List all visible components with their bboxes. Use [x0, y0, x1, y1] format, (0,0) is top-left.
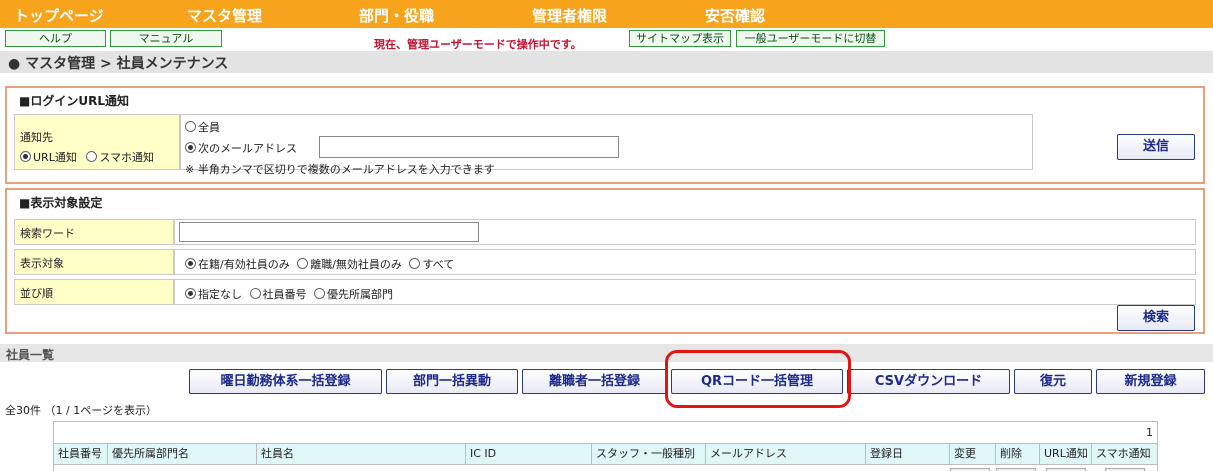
department-bulk-transfer-button[interactable]: 部門一括異動 [386, 369, 518, 394]
employee-table: 1 社員番号 優先所属部門名 社員名 IC ID スタッフ・一般種別 メールアド… [53, 421, 1158, 471]
all-recipients-radio[interactable] [185, 121, 196, 132]
all-recipients-label: 全員 [198, 121, 220, 134]
target-inactive-label: 離職/無効社員のみ [310, 258, 402, 271]
keyword-cell [174, 219, 1196, 245]
email-hint: ※ 半角カンマで区切りで複数のメールアドレスを入力できます [185, 163, 495, 176]
target-active-radio[interactable] [185, 258, 196, 269]
new-register-button[interactable]: 新規登録 [1096, 369, 1205, 394]
target-label: 表示対象 [20, 257, 64, 270]
col-edit: 変更 [950, 444, 996, 464]
notify-recipient-cell: 全員 次のメールアドレス ※ 半角カンマで区切りで複数のメールアドレスを入力でき… [180, 114, 1033, 176]
target-inactive-radio[interactable] [297, 258, 309, 269]
search-button[interactable]: 検索 [1117, 305, 1195, 331]
smartphone-notify-label: スマホ通知 [99, 151, 154, 164]
target-all-label: すべて [422, 258, 455, 271]
nav-safety-check[interactable]: 安否確認 [705, 5, 765, 26]
sort-employee-number-label: 社員番号 [262, 288, 307, 301]
employee-list-title: 社員一覧 [6, 348, 55, 362]
switch-user-mode-button[interactable]: 一般ユーザーモードに切替 [736, 30, 885, 47]
url-notify-label: URL通知 [33, 151, 77, 164]
record-count: 全30件 （1 / 1ページを表示） [5, 404, 157, 417]
display-settings-panel: ■表示対象設定 検索ワード 表示対象 在籍/有効社員のみ 離職/無効社員のみ す… [5, 188, 1205, 334]
sort-department-label: 優先所属部門 [327, 288, 393, 301]
col-delete: 削除 [996, 444, 1040, 464]
target-options-cell: 在籍/有効社員のみ 離職/無効社員のみ すべて [174, 249, 1196, 275]
nav-master[interactable]: マスタ管理 [187, 5, 262, 26]
csv-download-button[interactable]: CSVダウンロード [847, 369, 1010, 394]
email-recipients-radio[interactable] [185, 142, 196, 153]
smartphone-notify-radio[interactable] [86, 151, 98, 162]
notify-method-options: URL通知 スマホ通知 [20, 149, 154, 165]
email-recipients-label: 次のメールアドレス [198, 142, 297, 155]
sort-none-label: 指定なし [198, 288, 242, 301]
sort-options-cell: 指定なし 社員番号 優先所属部門 [174, 279, 1196, 305]
sort-label: 並び順 [20, 287, 53, 300]
mode-notice: 現在、管理ユーザーモードで操作中です。 [374, 38, 582, 51]
resignee-bulk-register-button[interactable]: 離職者一括登録 [522, 369, 667, 394]
nav-department-role[interactable]: 部門・役職 [359, 5, 434, 26]
nav-top-page[interactable]: トップページ [14, 5, 104, 26]
display-settings-title: ■表示対象設定 [19, 196, 103, 210]
col-registered-date[interactable]: 登録日 [866, 444, 950, 464]
table-header: 社員番号 優先所属部門名 社員名 IC ID スタッフ・一般種別 メールアドレス… [54, 443, 1157, 465]
sort-none-radio[interactable] [185, 288, 196, 299]
sitemap-button[interactable]: サイトマップ表示 [629, 30, 731, 47]
login-url-panel: ■ログインURL通知 通知先 URL通知 スマホ通知 全員 次のメールアドレス … [5, 86, 1205, 184]
breadcrumb-bar: ● マスタ管理 > 社員メンテナンス [0, 51, 1213, 73]
col-employee-number[interactable]: 社員番号 [54, 444, 108, 464]
col-employee-name[interactable]: 社員名 [257, 444, 466, 464]
col-ic-id[interactable]: IC ID [466, 444, 592, 464]
employee-list-bar: 社員一覧 [0, 344, 1213, 362]
sort-label-cell: 並び順 [14, 279, 174, 305]
nav-admin-rights[interactable]: 管理者権限 [532, 5, 607, 26]
target-all-radio[interactable] [409, 258, 421, 269]
target-active-label: 在籍/有効社員のみ [198, 258, 290, 271]
col-url-notify: URL通知 [1040, 444, 1092, 464]
email-input[interactable] [319, 136, 619, 158]
restore-button[interactable]: 復元 [1014, 369, 1092, 394]
send-button[interactable]: 送信 [1117, 134, 1195, 160]
notify-target-label-cell: 通知先 URL通知 スマホ通知 [14, 114, 180, 170]
manual-button[interactable]: マニュアル [110, 30, 222, 47]
col-department[interactable]: 優先所属部門名 [108, 444, 257, 464]
page-number[interactable]: 1 [1146, 426, 1153, 439]
sort-department-radio[interactable] [314, 288, 325, 299]
col-email[interactable]: メールアドレス [706, 444, 866, 464]
notify-target-label: 通知先 [20, 131, 53, 144]
keyword-input[interactable] [179, 222, 479, 242]
weekday-schedule-bulk-register-button[interactable]: 曜日勤務体系一括登録 [189, 369, 382, 394]
breadcrumb: ● マスタ管理 > 社員メンテナンス [8, 56, 229, 72]
keyword-label-cell: 検索ワード [14, 219, 174, 245]
keyword-label: 検索ワード [20, 227, 75, 240]
qr-code-bulk-manage-button[interactable]: QRコード一括管理 [671, 369, 843, 394]
target-label-cell: 表示対象 [14, 249, 174, 275]
sort-employee-number-radio[interactable] [249, 288, 261, 299]
help-button[interactable]: ヘルプ [5, 30, 106, 47]
col-staff-type[interactable]: スタッフ・一般種別 [592, 444, 706, 464]
top-nav: トップページ マスタ管理 部門・役職 管理者権限 安否確認 [0, 0, 1213, 28]
col-smartphone-notify: スマホ通知 [1096, 447, 1151, 460]
login-url-title: ■ログインURL通知 [19, 94, 129, 108]
url-notify-radio[interactable] [20, 151, 31, 162]
